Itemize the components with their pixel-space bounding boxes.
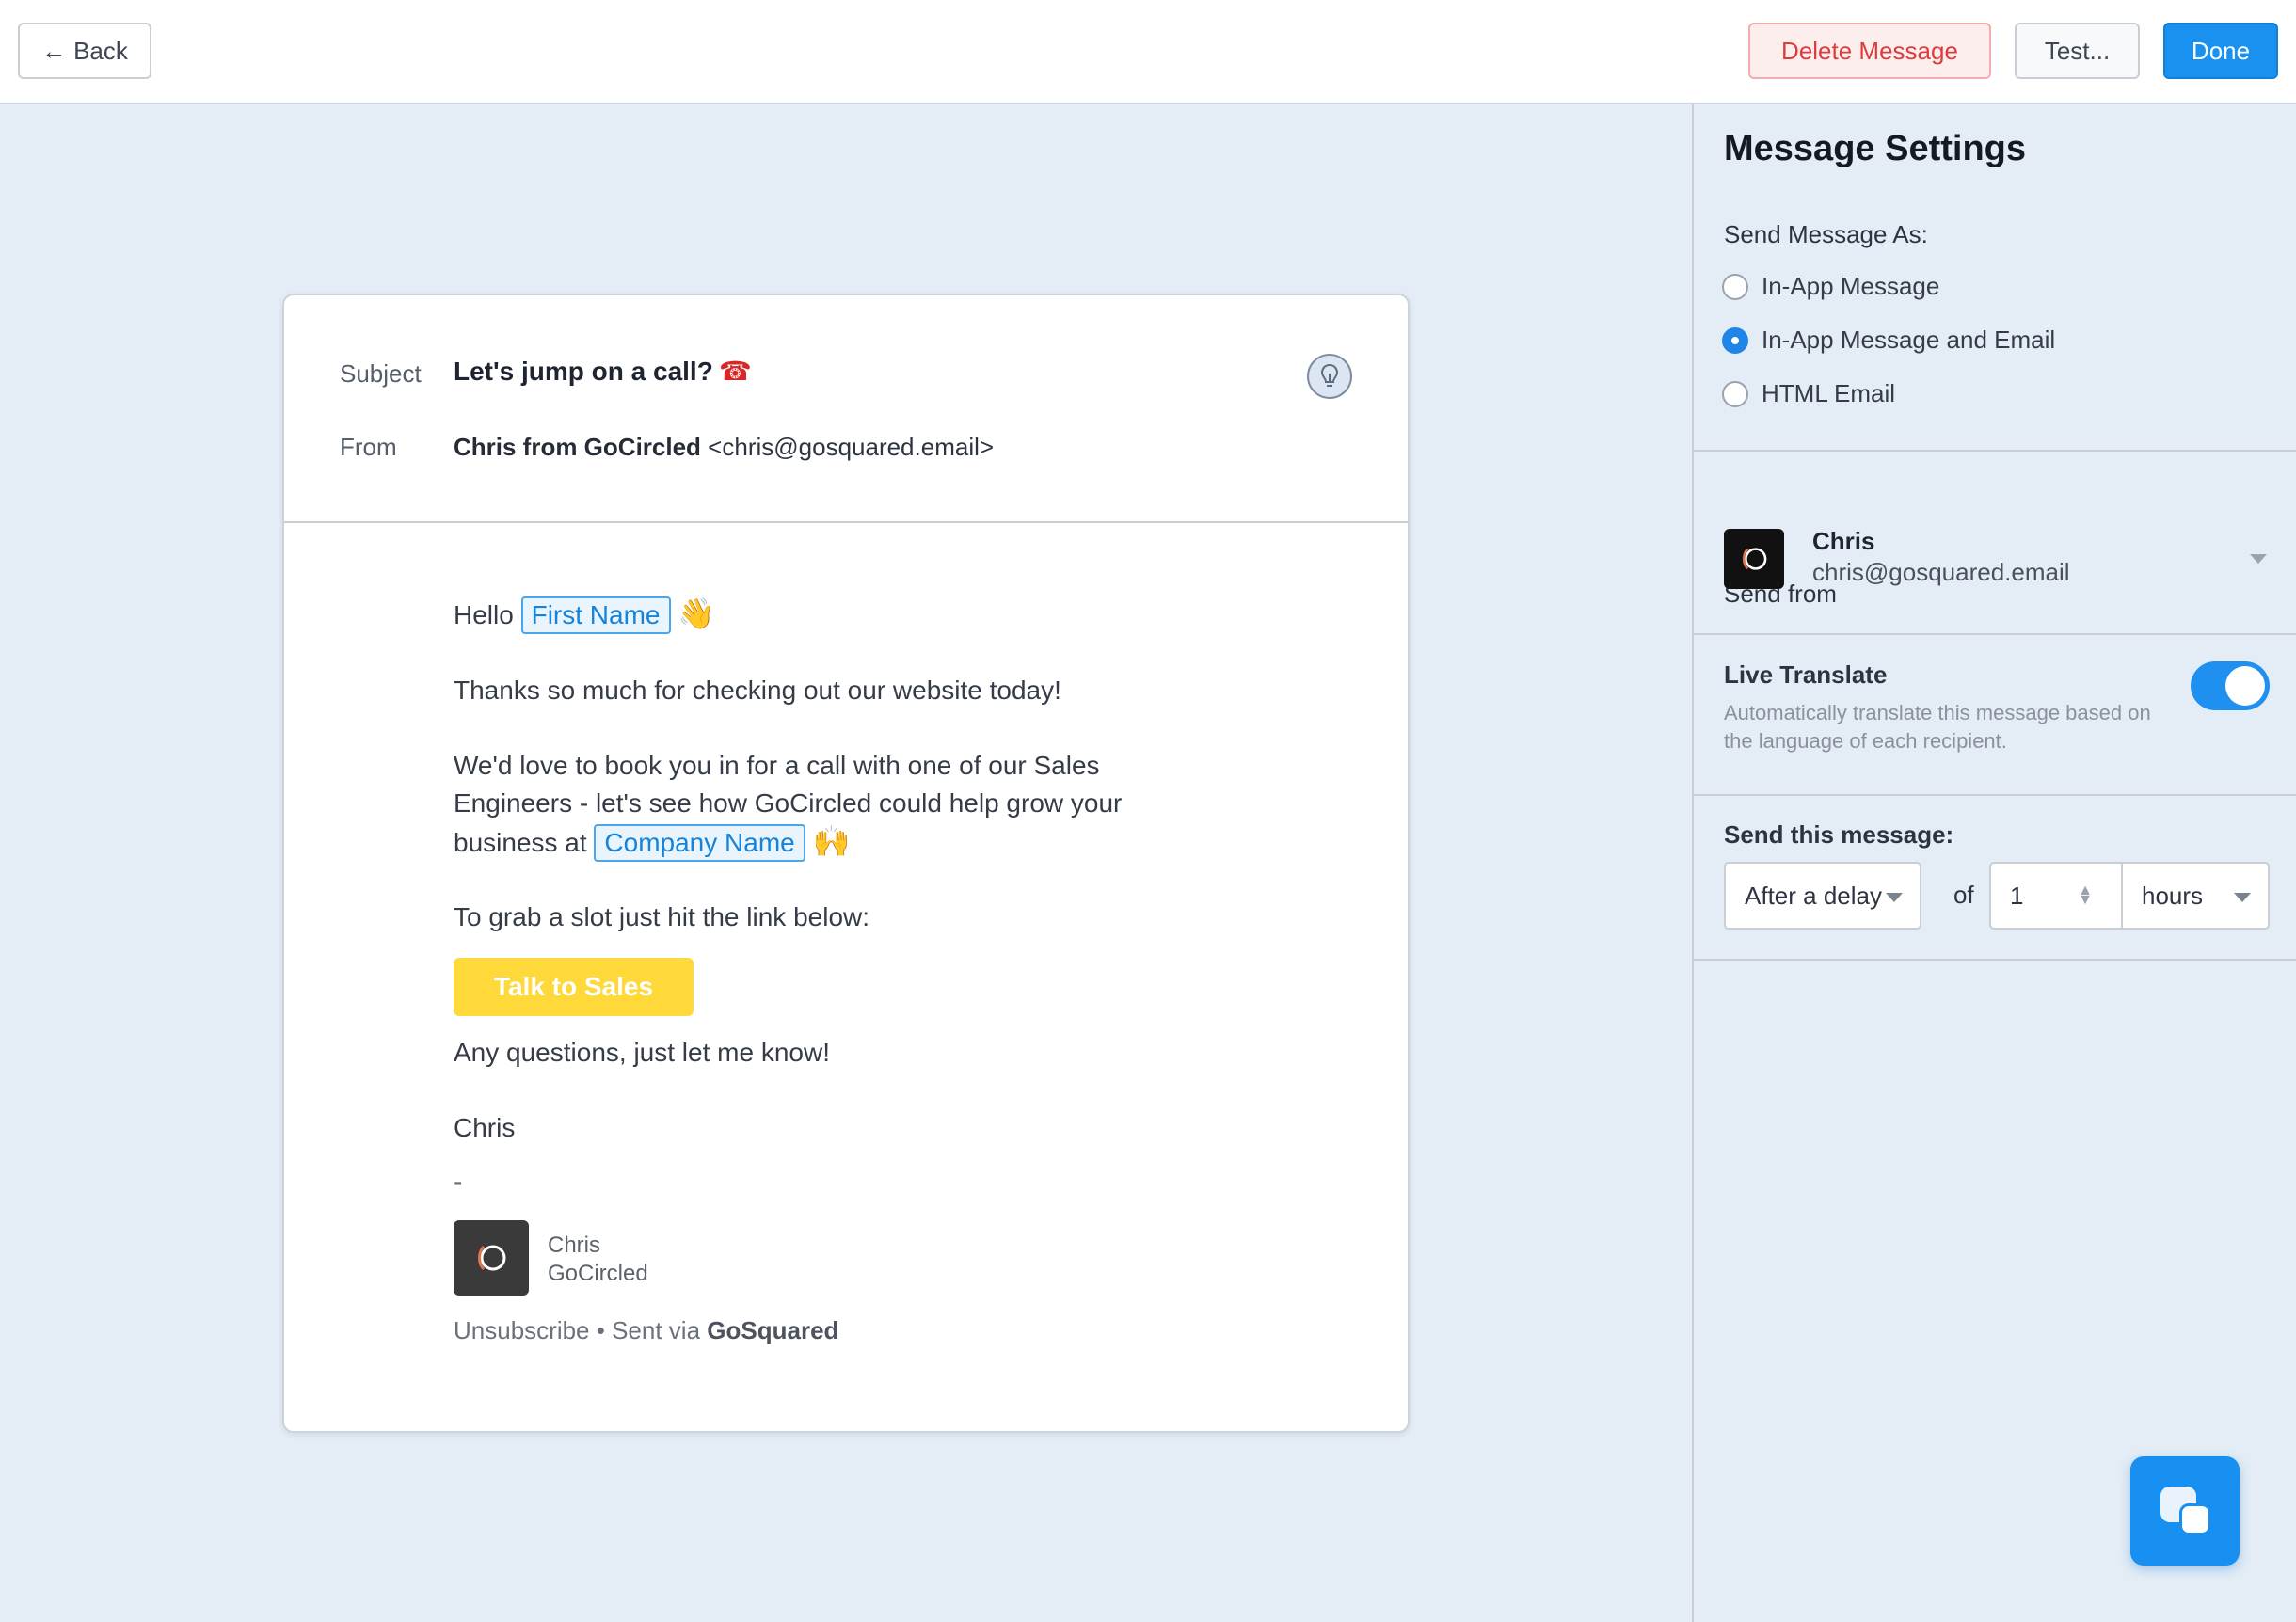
paragraph-3: To grab a slot just hit the link below: — [454, 902, 870, 931]
company-name-tag[interactable]: Company Name — [594, 824, 805, 862]
live-translate-description: Automatically translate this message bas… — [1724, 701, 2151, 753]
paragraph-2-line-3: business at Company Name 🙌 — [454, 822, 1122, 862]
stepper-icon[interactable]: ▲ ▼ — [2078, 883, 2093, 908]
raised-hands-icon: 🙌 — [812, 824, 851, 858]
back-button[interactable]: ← Back — [18, 23, 151, 79]
unsubscribe-link[interactable]: Unsubscribe — [454, 1316, 590, 1344]
top-toolbar: ← Back Delete Message Test... Done — [0, 0, 2296, 104]
signature-company: GoCircled — [548, 1261, 648, 1286]
live-translate-toggle[interactable] — [2191, 661, 2270, 710]
paragraph-2-line-3-text: business at — [454, 828, 587, 857]
footer-bullet: • — [596, 1316, 605, 1344]
radio-label: In-App Message — [1762, 272, 1940, 300]
delay-number-value: 1 — [2010, 881, 2024, 910]
circle-logo-icon — [478, 1245, 506, 1271]
signature-dash: - — [454, 1167, 463, 1196]
paragraph-4: Any questions, just let me know! — [454, 1038, 830, 1067]
send-from-section: Send from — [1694, 452, 2296, 633]
done-button[interactable]: Done — [2163, 23, 2278, 79]
circle-logo-icon — [1742, 548, 1767, 570]
divider — [1694, 794, 2296, 796]
send-this-label: Send this message: — [1724, 820, 1954, 849]
from-label: From — [340, 433, 397, 461]
email-header: Subject Let's jump on a call? ☎ From Chri… — [284, 295, 1408, 523]
radio-label: HTML Email — [1762, 379, 1896, 407]
avatar — [454, 1220, 529, 1296]
message-settings-panel: Message Settings Send Message As: In-App… — [1692, 104, 2296, 1622]
email-footer: Unsubscribe • Sent via GoSquared — [454, 1316, 838, 1345]
test-button[interactable]: Test... — [2015, 23, 2140, 79]
panel-title: Message Settings — [1724, 129, 2026, 168]
chat-bubble-icon — [2179, 1503, 2211, 1535]
paragraph-2-line-2: Engineers - let's see how GoCircled coul… — [454, 788, 1123, 818]
radio-in-app-and-email[interactable]: In-App Message and Email — [1722, 326, 2055, 355]
paragraph-2: We'd love to book you in for a call with… — [454, 747, 1122, 862]
from-address: <chris@gosquared.email> — [708, 433, 995, 461]
from-field: Chris from GoCircled <chris@gosquared.em… — [454, 433, 994, 462]
timing-select[interactable]: After a delay — [1724, 862, 1921, 930]
send-as-label: Send Message As: — [1724, 220, 1928, 248]
greeting-text: Hello — [454, 600, 514, 629]
greeting-line: Hello First Name 👋 — [454, 595, 715, 634]
paragraph-2-line-1: We'd love to book you in for a call with… — [454, 751, 1100, 780]
lightbulb-icon[interactable] — [1307, 354, 1352, 399]
telephone-icon: ☎ — [718, 357, 752, 386]
subject-text: Let's jump on a call? — [454, 357, 713, 386]
of-label: of — [1953, 881, 1974, 909]
sender-avatar — [1724, 529, 1784, 589]
email-preview-card: Subject Let's jump on a call? ☎ From Chri… — [282, 294, 1410, 1433]
divider — [1694, 959, 2296, 961]
signature-name: Chris — [548, 1232, 601, 1258]
radio-selected-icon — [1722, 326, 1748, 354]
radio-in-app-message[interactable]: In-App Message — [1722, 272, 1939, 301]
signature-block: Chris GoCircled — [548, 1232, 648, 1288]
radio-icon — [1722, 273, 1748, 300]
from-name: Chris from GoCircled — [454, 433, 701, 461]
send-as-section: Message Settings Send Message As: In-App… — [1694, 104, 2296, 452]
chevron-down-icon — [1886, 893, 1903, 902]
delete-message-button[interactable]: Delete Message — [1748, 23, 1991, 79]
paragraph-1: Thanks so much for checking out our webs… — [454, 676, 1061, 705]
divider — [1694, 633, 2296, 635]
radio-icon — [1722, 380, 1748, 407]
back-label: Back — [73, 36, 128, 65]
subject-label: Subject — [340, 359, 422, 388]
arrow-left-icon: ← — [41, 36, 67, 65]
signoff: Chris — [454, 1113, 516, 1142]
chevron-down-icon — [2234, 893, 2251, 902]
subject-field[interactable]: Let's jump on a call? ☎ — [454, 356, 752, 387]
toggle-knob — [2225, 666, 2265, 706]
talk-to-sales-button[interactable]: Talk to Sales — [454, 958, 694, 1016]
first-name-tag[interactable]: First Name — [520, 596, 671, 634]
radio-html-email[interactable]: HTML Email — [1722, 379, 1895, 408]
delay-number-input[interactable]: 1 ▲ ▼ — [1989, 862, 2123, 930]
chat-launcher-button[interactable] — [2130, 1456, 2240, 1566]
delay-unit-select[interactable]: hours — [2121, 862, 2270, 930]
sender-name: Chris — [1812, 527, 1875, 555]
live-translate-title: Live Translate — [1724, 660, 1888, 689]
sent-via-text: Sent via — [612, 1316, 701, 1344]
brand-name: GoSquared — [707, 1316, 839, 1344]
sender-email: chris@gosquared.email — [1812, 558, 2070, 586]
radio-label: In-App Message and Email — [1762, 326, 2056, 354]
timing-select-value: After a delay — [1745, 881, 1882, 910]
delay-unit-value: hours — [2142, 881, 2204, 910]
waving-hand-icon: 👋 — [678, 596, 716, 630]
chevron-down-icon — [2250, 554, 2267, 564]
